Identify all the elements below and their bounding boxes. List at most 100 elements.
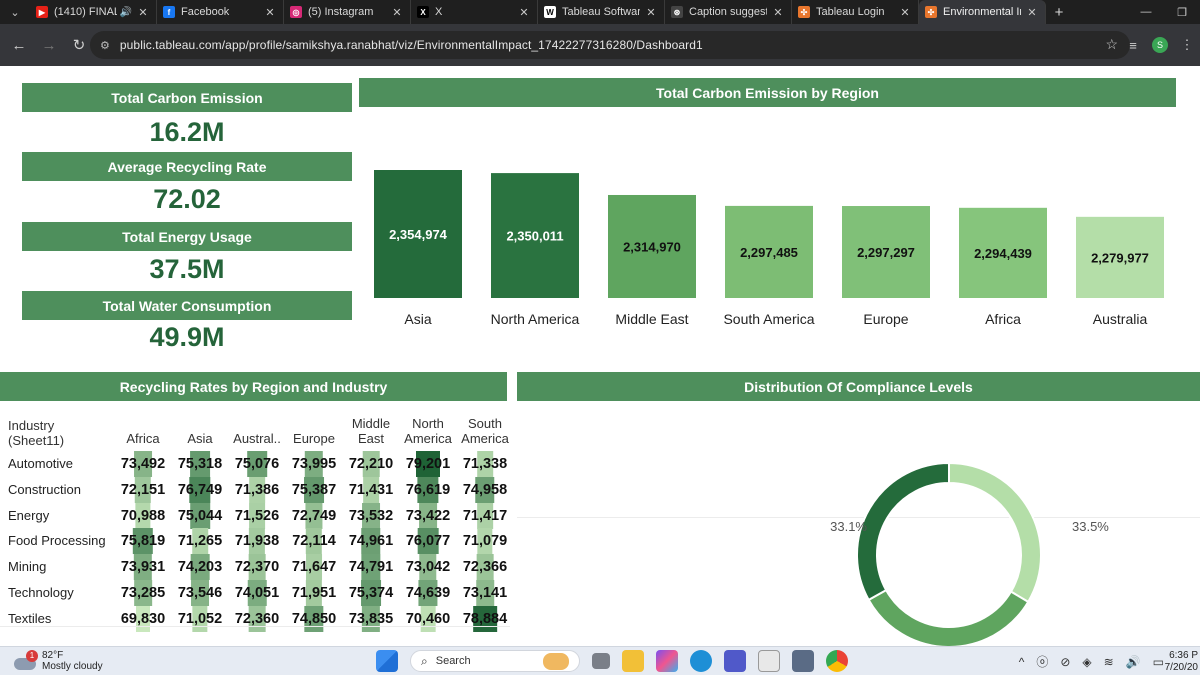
tab-close-icon[interactable]: ✕	[517, 6, 531, 19]
windows-start-icon[interactable]	[376, 650, 398, 672]
heatmap-cell[interactable]: 74,958	[456, 476, 514, 503]
browser-tab[interactable]: ◎ (5) Instagram ✕	[284, 0, 411, 24]
tab-close-icon[interactable]: ✕	[898, 6, 912, 19]
forward-arrow-icon[interactable]: →	[34, 30, 64, 60]
media-controls-icon[interactable]: ≡	[1120, 38, 1146, 53]
copilot-icon[interactable]	[656, 650, 678, 672]
kebab-menu-icon[interactable]: ⋮	[1174, 37, 1200, 53]
heatmap-cell[interactable]: 71,526	[228, 502, 286, 529]
browser-tab[interactable]: ▶ (1410) FINAL 🔊 ✕	[30, 0, 157, 24]
heatmap-cell[interactable]: 76,077	[399, 528, 457, 555]
tray-chevron-icon[interactable]: ^	[1019, 655, 1025, 669]
heatmap-cell[interactable]: 71,938	[228, 528, 286, 555]
heatmap-cell[interactable]: 70,460	[399, 605, 457, 632]
heatmap-cell[interactable]: 73,042	[399, 554, 457, 581]
heatmap-cell[interactable]: 75,318	[171, 451, 229, 477]
heatmap-cell[interactable]: 73,931	[114, 554, 172, 581]
heatmap-cell[interactable]: 71,647	[285, 554, 343, 581]
tab-close-icon[interactable]: ✕	[1025, 6, 1039, 19]
browser-tab[interactable]: ✣ Environmental Im ✕	[919, 0, 1046, 24]
restore-icon[interactable]: ❐	[1164, 0, 1200, 24]
teams-icon[interactable]	[724, 650, 746, 672]
heatmap-cell[interactable]: 71,265	[171, 528, 229, 555]
tray-network-off-icon[interactable]: ⊘	[1060, 655, 1070, 669]
heatmap-cell[interactable]: 71,417	[456, 502, 514, 529]
donut-slice[interactable]	[856, 461, 950, 602]
heatmap-cell[interactable]: 73,995	[285, 451, 343, 477]
heatmap-cell[interactable]: 73,546	[171, 580, 229, 606]
heatmap-cell[interactable]: 73,141	[456, 580, 514, 606]
donut-slice[interactable]	[867, 588, 1030, 646]
snipping-tool-icon[interactable]	[758, 650, 780, 672]
microsoft-store-icon[interactable]	[792, 650, 814, 672]
tab-close-icon[interactable]: ✕	[390, 6, 404, 19]
tab-search-chevron-icon[interactable]: ⌄	[0, 0, 30, 24]
heatmap-cell[interactable]: 72,366	[456, 554, 514, 581]
tray-app-icon[interactable]: ⓞ	[1036, 653, 1048, 670]
site-info-icon[interactable]: ⚙	[100, 39, 110, 52]
tab-close-icon[interactable]: ✕	[771, 6, 785, 19]
address-bar[interactable]: ⚙ public.tableau.com/app/profile/samiksh…	[90, 31, 1130, 59]
heatmap-cell[interactable]: 72,114	[285, 528, 343, 555]
tray-security-icon[interactable]: ◈	[1082, 655, 1091, 669]
heatmap-cell[interactable]: 74,639	[399, 580, 457, 606]
heatmap-cell[interactable]: 71,079	[456, 528, 514, 555]
heatmap-cell[interactable]: 76,749	[171, 476, 229, 503]
bookmark-star-icon[interactable]: ☆	[1105, 36, 1118, 53]
taskbar-clock[interactable]: 6:36 P 7/20/20	[1165, 650, 1198, 674]
donut-slice[interactable]	[948, 461, 1042, 604]
heatmap-cell[interactable]: 73,532	[342, 502, 400, 529]
heatmap-cell[interactable]: 74,850	[285, 605, 343, 632]
heatmap-cell[interactable]: 72,151	[114, 476, 172, 503]
tab-close-icon[interactable]: ✕	[263, 6, 277, 19]
back-arrow-icon[interactable]: ←	[4, 30, 34, 60]
heatmap-cell[interactable]: 75,374	[342, 580, 400, 606]
heatmap-cell[interactable]: 75,076	[228, 451, 286, 477]
heatmap-cell[interactable]: 74,791	[342, 554, 400, 581]
heatmap-cell[interactable]: 69,830	[114, 605, 172, 632]
volume-icon[interactable]: 🔊	[1126, 655, 1141, 669]
browser-tab[interactable]: W Tableau Software ✕	[538, 0, 665, 24]
heatmap-cell[interactable]: 73,285	[114, 580, 172, 606]
heatmap-cell[interactable]: 73,492	[114, 451, 172, 477]
wifi-icon[interactable]: ≋	[1104, 655, 1114, 669]
new-tab-button[interactable]: +	[1046, 4, 1072, 21]
heatmap-cell[interactable]: 71,338	[456, 451, 514, 477]
heatmap-cell[interactable]: 72,749	[285, 502, 343, 529]
heatmap-cell[interactable]: 75,044	[171, 502, 229, 529]
heatmap-cell[interactable]: 70,988	[114, 502, 172, 529]
browser-tab[interactable]: ⊛ Caption suggest ✕	[665, 0, 792, 24]
heatmap-cell[interactable]: 78,884	[456, 605, 514, 632]
edge-browser-icon[interactable]	[690, 650, 712, 672]
minimize-icon[interactable]: —	[1128, 0, 1164, 24]
tab-audio-icon[interactable]: 🔊	[120, 7, 132, 18]
file-explorer-icon[interactable]	[622, 650, 644, 672]
heatmap-cell[interactable]: 74,051	[228, 580, 286, 606]
weather-widget[interactable]: 1 82°F Mostly cloudy	[14, 650, 103, 672]
heatmap-cell[interactable]: 71,951	[285, 580, 343, 606]
taskbar-search-box[interactable]: ⌕ Search	[410, 650, 580, 672]
heatmap-cell[interactable]: 71,386	[228, 476, 286, 503]
browser-tab[interactable]: f Facebook ✕	[157, 0, 284, 24]
heatmap-cell[interactable]: 72,210	[342, 451, 400, 477]
heatmap-cell[interactable]: 74,961	[342, 528, 400, 555]
browser-tab[interactable]: ✣ Tableau Login ✕	[792, 0, 919, 24]
heatmap-cell[interactable]: 76,619	[399, 476, 457, 503]
task-view-icon[interactable]	[592, 653, 610, 669]
heatmap-cell[interactable]: 72,360	[228, 605, 286, 632]
heatmap-cell[interactable]: 79,201	[399, 451, 457, 477]
profile-avatar[interactable]: S	[1152, 37, 1168, 53]
heatmap-cell[interactable]: 73,422	[399, 502, 457, 529]
heatmap-cell[interactable]: 71,431	[342, 476, 400, 503]
heatmap-cell[interactable]: 75,387	[285, 476, 343, 503]
heatmap-cell[interactable]: 74,203	[171, 554, 229, 581]
heatmap-cell[interactable]: 71,052	[171, 605, 229, 632]
chrome-browser-icon[interactable]	[826, 650, 848, 672]
tab-close-icon[interactable]: ✕	[136, 6, 150, 19]
heatmap-cell[interactable]: 73,835	[342, 605, 400, 632]
heatmap-cell[interactable]: 75,819	[114, 528, 172, 555]
battery-icon[interactable]: ▭	[1153, 655, 1164, 669]
tab-close-icon[interactable]: ✕	[644, 6, 658, 19]
browser-tab[interactable]: X X ✕	[411, 0, 538, 24]
heatmap-cell[interactable]: 72,370	[228, 554, 286, 581]
